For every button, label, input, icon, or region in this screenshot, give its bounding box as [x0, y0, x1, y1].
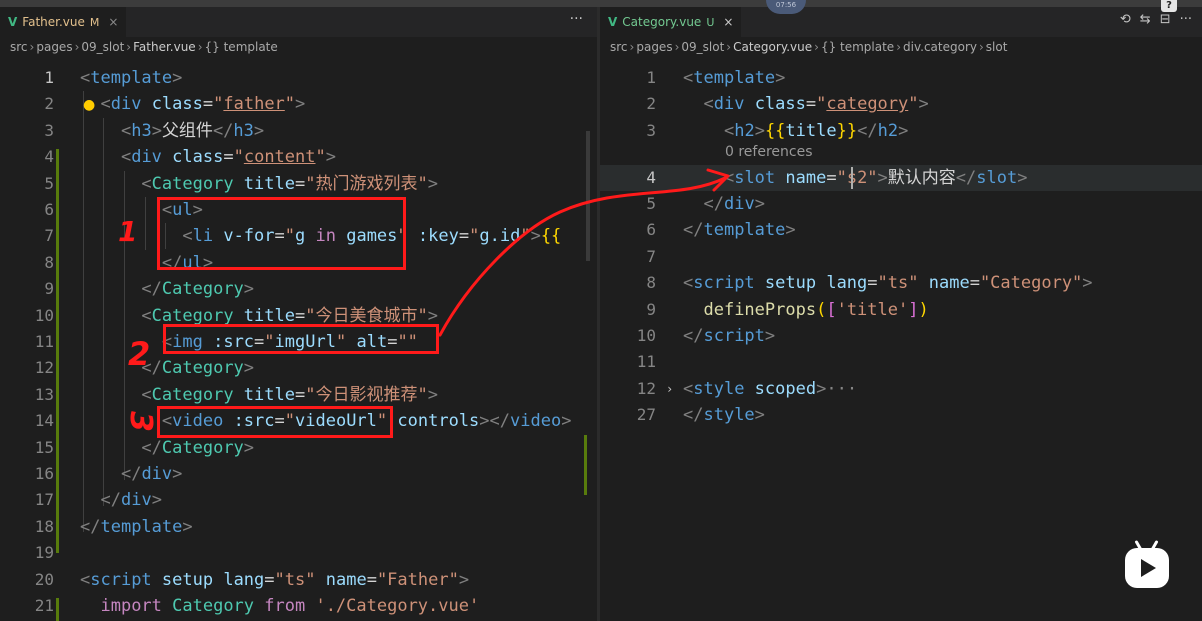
- annotation-arrow-layer: [438, 168, 730, 337]
- help-icon[interactable]: ?: [1161, 0, 1177, 12]
- annotation-arrow: [438, 176, 727, 337]
- bilibili-logo-icon: [1125, 539, 1169, 588]
